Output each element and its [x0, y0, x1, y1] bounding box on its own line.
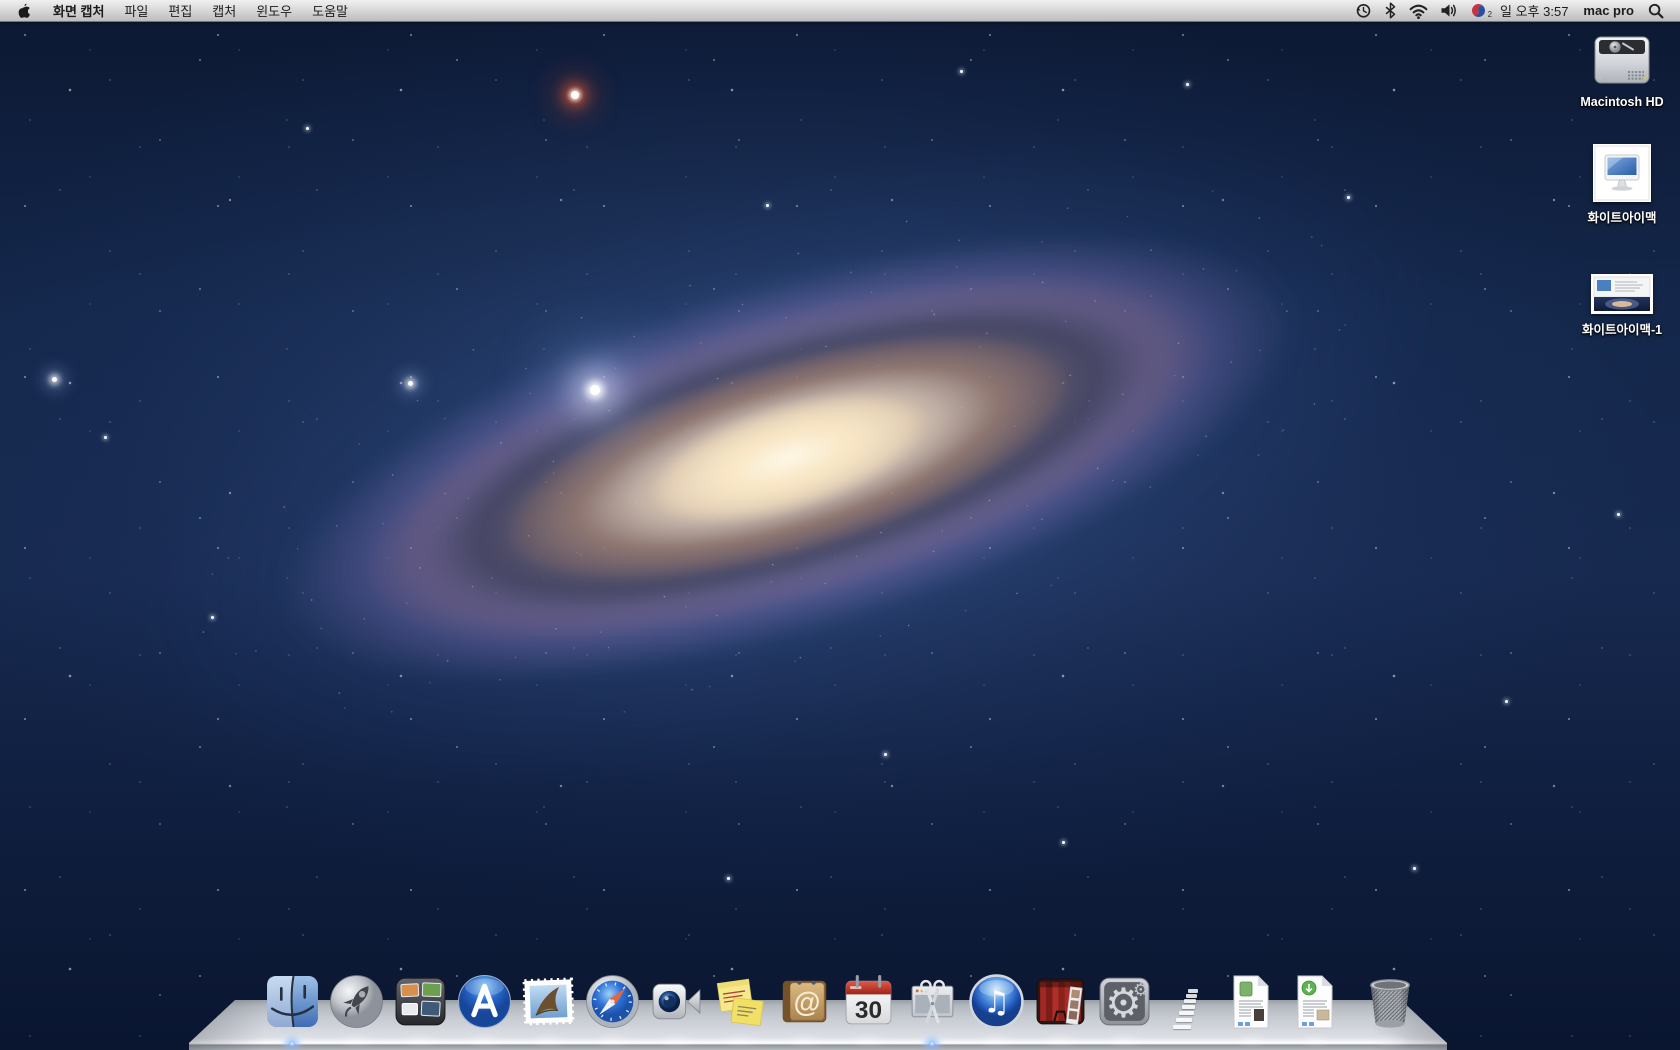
dock-separator [1172, 982, 1206, 1030]
calendar-day: 30 [855, 997, 882, 1024]
star [590, 385, 600, 395]
apple-icon [16, 2, 31, 20]
star [1062, 841, 1065, 844]
dock-icon-mission-control[interactable] [392, 973, 449, 1030]
menu-bar-left: 화면 캡처 파일 편집 캡처 윈도우 도움말 [0, 0, 358, 21]
menu-item-label: 캡처 [212, 1, 236, 20]
star [104, 436, 107, 439]
star [766, 204, 769, 207]
time-machine-icon [1355, 2, 1372, 19]
desktop-icon-label: 화이트아이맥 [1587, 207, 1656, 226]
wifi-menu[interactable] [1403, 0, 1434, 21]
image-file-icon [1593, 136, 1651, 202]
apple-menu[interactable] [0, 0, 43, 21]
menu-item-label: 파일 [124, 1, 148, 20]
desktop-icon-label: 화이트아이맥-1 [1582, 319, 1662, 338]
dock-icon-app-store[interactable] [456, 973, 513, 1030]
image-file-icon [1591, 248, 1653, 314]
star [1617, 513, 1620, 516]
desktop-wallpaper [0, 0, 1680, 1050]
star [1347, 196, 1350, 199]
user-menu[interactable]: mac pro [1575, 3, 1642, 18]
gear-small-icon: ⚙ [1133, 980, 1149, 1000]
korean-input-icon [1470, 2, 1487, 19]
menu-bar-status: 2 일 오후 3:57 mac pro [1349, 0, 1680, 21]
menu-item-label: 윈도우 [256, 1, 292, 20]
desktop-icon-white-imac[interactable]: 화이트아이맥 [1560, 136, 1680, 226]
menu-item-help[interactable]: 도움말 [302, 0, 358, 21]
dock-icon-safari[interactable] [584, 973, 641, 1030]
star [571, 91, 579, 99]
menu-item-label: 화면 캡처 [53, 1, 104, 20]
star [1505, 700, 1508, 703]
dock-icon-photo-booth[interactable] [1032, 973, 1089, 1030]
input-source-menu[interactable]: 2 [1464, 0, 1493, 21]
dock-icon-trash[interactable] [1362, 973, 1418, 1030]
dock-icon-document-2[interactable] [1292, 974, 1338, 1030]
hard-drive-icon [1592, 24, 1652, 90]
dock-icon-itunes[interactable]: ♫ [968, 973, 1025, 1030]
menu-item-label: 편집 [168, 1, 192, 20]
music-note-glyph: ♫ [983, 986, 1010, 1021]
dock-icon-mail[interactable] [520, 973, 577, 1030]
menu-item-capture[interactable]: 캡처 [202, 0, 246, 21]
star [960, 70, 963, 73]
running-indicator-grab [928, 1041, 936, 1046]
wifi-icon [1409, 3, 1428, 19]
menu-item-edit[interactable]: 편집 [158, 0, 202, 21]
dock-icon-launchpad[interactable] [328, 973, 385, 1030]
menu-bar: 화면 캡처 파일 편집 캡처 윈도우 도움말 [0, 0, 1680, 22]
star [727, 877, 730, 880]
star [1186, 83, 1189, 86]
star [52, 377, 57, 382]
dock-icon-facetime[interactable] [648, 973, 705, 1030]
star [884, 753, 887, 756]
menu-item-file[interactable]: 파일 [114, 0, 158, 21]
dock-icon-finder[interactable] [264, 973, 321, 1030]
dock-icon-system-preferences[interactable]: ⚙ ⚙ [1096, 973, 1153, 1030]
dock: @ 30 [0, 920, 1680, 1050]
dock-icon-document-1[interactable] [1228, 974, 1274, 1030]
star [211, 616, 214, 619]
menu-item-window[interactable]: 윈도우 [246, 0, 302, 21]
input-layout-badge: 2 [1488, 10, 1492, 19]
volume-icon [1440, 2, 1458, 19]
star [1413, 867, 1416, 870]
dock-icon-address-book[interactable]: @ [776, 973, 833, 1030]
at-glyph: @ [794, 987, 821, 1018]
running-indicator-finder [288, 1041, 296, 1046]
menu-item-app[interactable]: 화면 캡처 [43, 0, 114, 21]
bluetooth-icon [1384, 2, 1397, 19]
dock-icon-grab[interactable] [904, 973, 961, 1030]
desktop-icon-label: Macintosh HD [1580, 95, 1663, 109]
star [408, 381, 413, 386]
dock-icon-ical[interactable]: 30 [840, 973, 897, 1030]
desktop-icon-macintosh-hd[interactable]: Macintosh HD [1560, 24, 1680, 109]
desktop: { "menu_bar": { "apple_icon": "apple-log… [0, 0, 1680, 1050]
desktop-icon-white-imac-1[interactable]: 화이트아이맥-1 [1560, 248, 1680, 338]
star [306, 127, 309, 130]
bluetooth-menu[interactable] [1378, 0, 1403, 21]
menu-item-label: 도움말 [312, 1, 348, 20]
time-machine-menu[interactable] [1349, 0, 1378, 21]
dock-row: @ 30 [264, 973, 1418, 1030]
menu-bar-clock[interactable]: 일 오후 3:57 [1493, 1, 1575, 20]
spotlight-menu[interactable] [1642, 0, 1670, 21]
spotlight-search-icon [1648, 3, 1664, 19]
dock-icon-stickies[interactable] [712, 973, 769, 1030]
volume-menu[interactable] [1434, 0, 1464, 21]
